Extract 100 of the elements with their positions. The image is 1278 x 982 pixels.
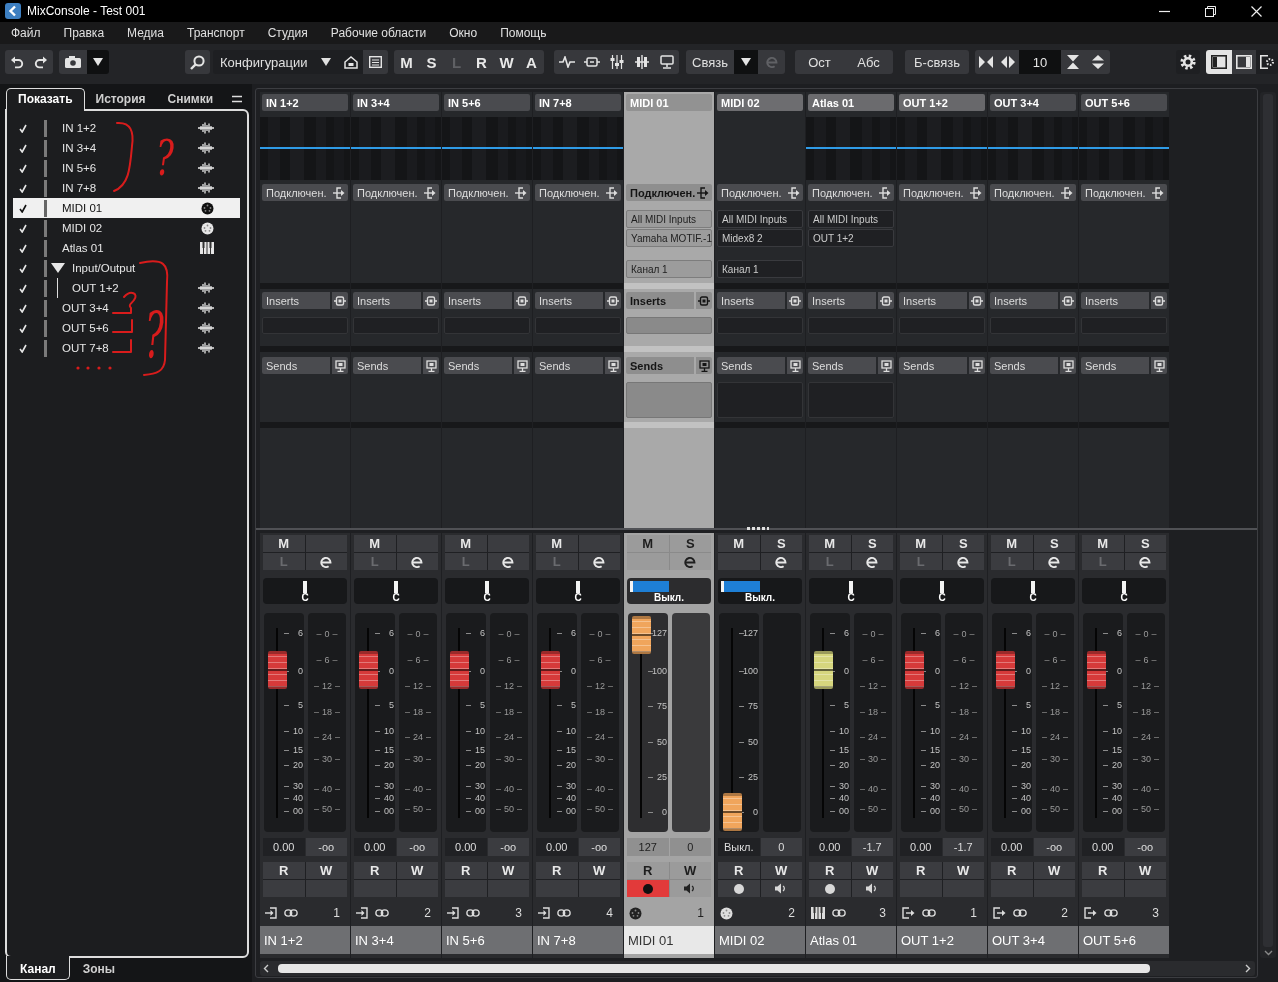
inserts-button[interactable]: Inserts	[899, 292, 985, 309]
channel-list-item[interactable]: MIDI 02	[62, 222, 103, 234]
toolbar-button[interactable]	[997, 50, 1019, 74]
input-field[interactable]: All MIDI Inputs	[626, 210, 712, 228]
fader-handle[interactable]	[450, 651, 469, 690]
channel-name[interactable]: IN 7+8	[533, 926, 623, 954]
menu-item[interactable]: Правка	[63, 26, 105, 40]
fader-handle[interactable]	[996, 651, 1015, 690]
record-button[interactable]	[718, 880, 760, 897]
pan-control[interactable]: Выкл.	[627, 578, 711, 604]
read-button[interactable]: R	[1082, 862, 1124, 879]
fader-handle[interactable]	[814, 651, 833, 690]
mute-button[interactable]: M	[900, 535, 942, 552]
scroll-right-icon[interactable]	[1245, 964, 1251, 973]
write-button[interactable]: W	[578, 862, 620, 879]
pan-marker[interactable]	[303, 581, 307, 593]
restore-icon[interactable]	[1205, 5, 1216, 17]
channel-name[interactable]: OUT 5+6	[1079, 926, 1169, 954]
pan-marker[interactable]	[940, 581, 944, 593]
channel-list-item[interactable]: IN 1+2	[62, 122, 97, 134]
channel-list-item[interactable]: Input/Output	[72, 262, 136, 274]
volume-fader[interactable]: 6 0 5 10 15 20 30 40 00	[1083, 613, 1123, 832]
mode-button[interactable]: Абс	[844, 50, 893, 74]
channel-list-item[interactable]: OUT 3+4	[62, 302, 109, 314]
input-field[interactable]: Midex8 2	[717, 229, 803, 247]
edit-button[interactable]	[305, 553, 347, 570]
volume-value[interactable]: 0.00	[809, 838, 851, 856]
write-button[interactable]: W	[760, 862, 802, 879]
channel-header[interactable]: IN 3+4	[353, 94, 439, 111]
monitor-button[interactable]	[669, 880, 711, 897]
routing-button[interactable]: Подключен.	[535, 184, 621, 201]
record-button[interactable]	[627, 880, 669, 897]
sends-button[interactable]: Sends	[353, 357, 439, 374]
pan-marker[interactable]	[1122, 581, 1126, 593]
input-field[interactable]: Yamaha MOTIF.-1	[626, 229, 712, 247]
global-toggle-button[interactable]: R	[469, 50, 494, 74]
write-button[interactable]: W	[1033, 862, 1075, 879]
menu-item[interactable]: Рабочие области	[330, 26, 427, 40]
read-button[interactable]: R	[536, 862, 578, 879]
read-button[interactable]: R	[718, 862, 760, 879]
mute-button[interactable]: M	[809, 535, 851, 552]
volume-fader[interactable]: 6 0 5 10 15 20 30 40 00	[264, 613, 304, 832]
tab[interactable]: Показать	[6, 88, 85, 111]
inserts-button[interactable]: Inserts	[1081, 292, 1167, 309]
volume-value[interactable]: Выкл.	[718, 838, 760, 856]
pan-control[interactable]: C	[354, 578, 438, 604]
sends-button[interactable]: Sends	[808, 357, 894, 374]
write-button[interactable]: W	[1124, 862, 1166, 879]
pan-control[interactable]: C	[809, 578, 893, 604]
channel-list-item[interactable]: IN 3+4	[62, 142, 97, 154]
solo-button[interactable]: S	[851, 535, 893, 552]
read-button[interactable]: R	[263, 862, 305, 879]
routing-button[interactable]: Подключен.	[899, 184, 985, 201]
volume-value[interactable]: 0.00	[263, 838, 305, 856]
fader-handle[interactable]	[1087, 651, 1106, 690]
sends-button[interactable]: Sends	[262, 357, 348, 374]
undo-button[interactable]	[5, 50, 29, 74]
toolbar-button[interactable]	[1085, 50, 1110, 74]
horizontal-scrollbar[interactable]	[260, 961, 1255, 976]
input-field[interactable]: All MIDI Inputs	[808, 210, 894, 228]
global-toggle-button[interactable]: S	[419, 50, 444, 74]
menu-item[interactable]: Студия	[267, 26, 308, 40]
pan-marker[interactable]	[1031, 581, 1035, 593]
routing-button[interactable]: Подключен.	[808, 184, 894, 201]
vertical-scrollbar[interactable]	[1260, 92, 1276, 958]
channel-list-item[interactable]: OUT 5+6	[62, 322, 109, 334]
channel-list-item[interactable]: IN 7+8	[62, 182, 97, 194]
toolbar-button[interactable]	[554, 50, 579, 74]
input-field[interactable]: OUT 1+2	[808, 229, 894, 247]
mute-button[interactable]: M	[718, 535, 760, 552]
volume-value[interactable]: 0.00	[900, 838, 942, 856]
snapshot-button[interactable]	[59, 50, 87, 74]
volume-value[interactable]: 0.00	[354, 838, 396, 856]
pan-control[interactable]: C	[900, 578, 984, 604]
toolbar-button[interactable]	[975, 50, 997, 74]
channel-name[interactable]: OUT 1+2	[897, 926, 987, 954]
read-button[interactable]: R	[809, 862, 851, 879]
pan-marker[interactable]	[849, 581, 853, 593]
volume-fader[interactable]: 6 0 5 10 15 20 30 40 00	[355, 613, 395, 832]
close-icon[interactable]	[1251, 5, 1262, 17]
routing-button[interactable]: Подключен.	[353, 184, 439, 201]
sends-button[interactable]: Sends	[990, 357, 1076, 374]
scroll-down-icon[interactable]	[1263, 950, 1273, 956]
dropdown-button[interactable]	[87, 50, 109, 74]
channel-header[interactable]: OUT 1+2	[899, 94, 985, 111]
edit-button[interactable]	[760, 553, 802, 570]
inserts-button[interactable]: Inserts	[535, 292, 621, 309]
volume-value[interactable]: 0.00	[445, 838, 487, 856]
edit-button[interactable]	[851, 553, 893, 570]
pan-marker[interactable]	[576, 581, 580, 593]
menu-item[interactable]: Помощь	[500, 26, 547, 40]
inserts-button[interactable]: Inserts	[262, 292, 348, 309]
toolbar-button[interactable]	[1256, 50, 1278, 74]
inserts-button[interactable]: Inserts	[990, 292, 1076, 309]
channel-name[interactable]: MIDI 01	[624, 926, 714, 954]
channel-list-item[interactable]: Atlas 01	[62, 242, 104, 254]
sends-button[interactable]: Sends	[444, 357, 530, 374]
channel-list-item[interactable]: OUT 7+8	[62, 342, 109, 354]
edit-button[interactable]	[396, 553, 438, 570]
volume-fader[interactable]: 6 0 5 10 15 20 30 40 00	[992, 613, 1032, 832]
